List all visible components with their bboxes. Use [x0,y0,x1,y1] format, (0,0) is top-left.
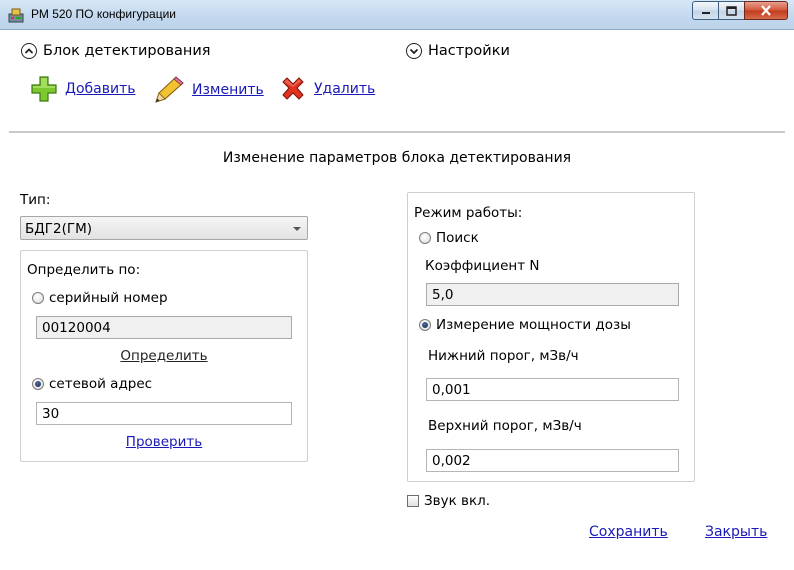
lower-threshold-field[interactable] [426,378,679,401]
top-panel: Блок детектирования Настройки Добавить И… [9,30,785,133]
form-heading: Изменение параметров блока детектировани… [222,150,572,166]
search-mode-label: Поиск [436,230,479,246]
chevron-down-circle-icon [406,43,422,59]
delete-button[interactable]: Удалить [278,74,375,104]
add-button[interactable]: Добавить [29,74,135,104]
dropdown-arrow-icon [293,227,301,231]
determine-by-group: Определить по: серийный номер Определить… [20,250,308,462]
dose-rate-label: Измерение мощности дозы [436,317,631,333]
window-title: РМ 520 ПО конфигурации [31,7,176,21]
coefficient-field[interactable] [426,283,679,306]
edit-button[interactable]: Изменить [152,74,264,106]
maximize-button[interactable] [718,1,744,20]
title-bar[interactable]: РМ 520 ПО конфигурации [0,0,794,30]
network-address-radio[interactable]: сетевой адрес [32,376,152,392]
operating-mode-group: Режим работы: Поиск Коэффициент N Измере… [407,192,695,482]
minimize-button[interactable] [692,1,718,20]
window-controls [692,1,788,20]
upper-threshold-label: Верхний порог, мЗв/ч [428,418,582,434]
red-x-icon [282,77,304,100]
expander-settings[interactable]: Настройки [406,43,510,59]
type-select[interactable]: БДГ2(ГМ) [20,216,308,240]
sound-checkbox[interactable]: Звук вкл. [407,493,490,509]
serial-number-label: серийный номер [49,290,168,306]
coefficient-label: Коэффициент N [425,258,540,274]
network-address-label: сетевой адрес [49,376,153,392]
address-radio-dot [32,378,44,390]
sound-label: Звук вкл. [424,493,491,509]
add-link[interactable]: Добавить [65,81,135,97]
expander-detection-block-label: Блок детектирования [43,43,211,59]
close-link[interactable]: Закрыть [705,524,767,540]
close-window-button[interactable] [744,1,788,20]
mode-title: Режим работы: [414,205,523,221]
determine-by-title: Определить по: [27,262,141,278]
plus-icon [31,76,57,102]
sound-checkbox-box [407,495,419,507]
dose-radio-dot [419,319,431,331]
network-address-field[interactable] [36,402,292,425]
dose-rate-radio[interactable]: Измерение мощности дозы [419,317,631,333]
serial-number-radio[interactable]: серийный номер [32,290,168,306]
expander-settings-label: Настройки [428,43,510,59]
maximize-icon [726,5,737,16]
edit-link[interactable]: Изменить [192,82,264,98]
upper-threshold-field[interactable] [426,449,679,472]
save-link[interactable]: Сохранить [589,524,668,540]
type-label: Тип: [20,192,51,208]
minimize-icon [701,11,710,14]
check-link[interactable]: Проверить [126,434,202,450]
pencil-icon [155,76,184,103]
app-icon [8,8,24,23]
lower-threshold-label: Нижний порог, мЗв/ч [428,348,579,364]
type-select-value: БДГ2(ГМ) [25,221,93,237]
determine-link[interactable]: Определить [120,348,207,364]
search-mode-radio[interactable]: Поиск [419,230,479,246]
expander-detection-block[interactable]: Блок детектирования [21,43,211,59]
search-radio-dot [419,232,431,244]
chevron-up-circle-icon [21,43,37,59]
serial-radio-dot [32,292,44,304]
serial-number-field[interactable] [36,316,292,339]
delete-link[interactable]: Удалить [314,81,375,97]
close-icon [761,5,771,16]
